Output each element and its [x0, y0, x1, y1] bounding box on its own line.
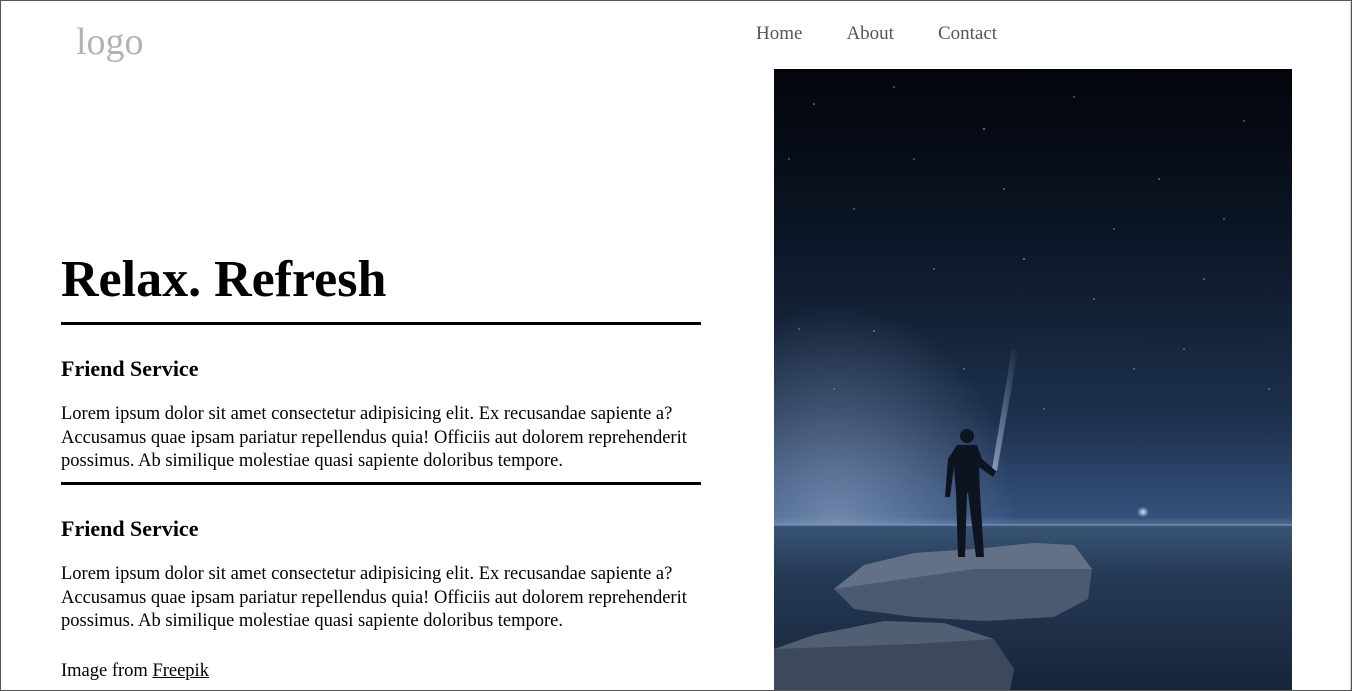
site-logo[interactable]: logo [76, 23, 144, 61]
nav-link-contact[interactable]: Contact [938, 23, 997, 45]
main-nav: Home About Contact [756, 23, 997, 45]
nav-link-home[interactable]: Home [756, 23, 802, 45]
freepik-link[interactable]: Freepik [152, 661, 209, 681]
image-credit: Image from Freepik [61, 660, 209, 683]
scrollbar-edge [1350, 2, 1351, 690]
page-frame: logo Home About Contact Relax. Refresh F… [0, 0, 1352, 691]
section-heading: Friend Service [61, 356, 199, 381]
section-heading: Friend Service [61, 516, 199, 541]
hero-title: Relax. Refresh [61, 251, 387, 308]
section-text: Lorem ipsum dolor sit amet consectetur a… [61, 564, 687, 631]
hero-image [774, 69, 1292, 690]
section-text: Lorem ipsum dolor sit amet consectetur a… [61, 404, 687, 471]
nav-link-about[interactable]: About [846, 23, 894, 45]
credit-prefix: Image from [61, 661, 153, 681]
divider [61, 482, 701, 485]
divider [61, 322, 701, 325]
